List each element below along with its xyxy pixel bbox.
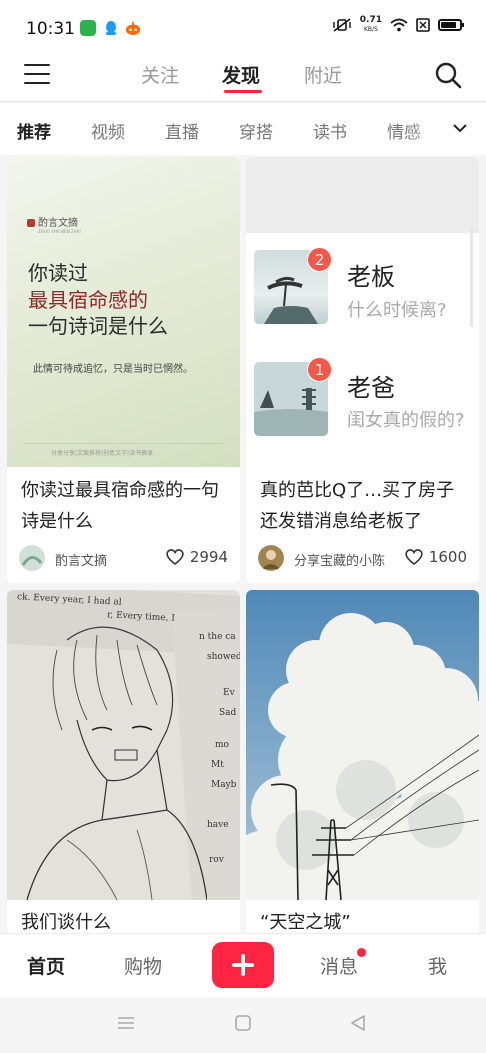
search-icon[interactable] — [434, 61, 462, 89]
mute-vibrate-icon — [333, 18, 351, 32]
paper-text: have — [207, 820, 229, 830]
card-cover-image: 2 老板 什么时候离? 1 老爸 闺女真的假的? — [246, 157, 479, 467]
taobao-icon — [125, 21, 141, 36]
card-title: 真的芭比Q了…买了房子还发错消息给老板了 — [260, 480, 455, 532]
tab-nearby[interactable]: 附近 — [304, 61, 342, 88]
feed-card[interactable]: ck. Every year, I had al r, Every time, … — [7, 590, 240, 935]
paper-text: Mt — [211, 760, 224, 770]
feed-card[interactable]: 酌言文摘 ZHUO YAN WEN ZHAI 你读过 最具宿命感的 一句诗词是什… — [7, 157, 240, 583]
back-triangle-icon[interactable] — [349, 1014, 367, 1032]
sim-card-icon — [416, 18, 430, 32]
category-fade — [406, 103, 486, 155]
cover-divider — [23, 443, 223, 444]
menu-lines-icon[interactable] — [117, 1015, 135, 1031]
like-button[interactable]: 2994 — [165, 548, 228, 566]
category-row: 推荐 视频 直播 穿搭 读书 情感 — [0, 103, 486, 155]
author-name[interactable]: 分享宝藏的小陈 — [294, 550, 385, 569]
tab-discover[interactable]: 发现 — [222, 61, 260, 88]
chevron-down-icon[interactable] — [452, 120, 468, 136]
nav-me[interactable]: 我 — [428, 952, 447, 979]
net-speed-value: 0.71 — [359, 15, 382, 25]
card-cover-image — [246, 590, 479, 900]
heart-icon — [405, 549, 423, 566]
scroll-indicator — [470, 227, 473, 327]
active-tab-indicator — [224, 90, 262, 93]
category-live[interactable]: 直播 — [165, 118, 199, 143]
battery-icon — [438, 19, 464, 31]
card-title: 我们谈什么 — [21, 912, 111, 933]
bottom-nav: 首页 购物 消息 我 — [0, 933, 486, 997]
system-nav-bar — [0, 997, 486, 1053]
cover-quote: 此情可待成追忆，只是当时已惘然。 — [33, 364, 193, 375]
cover-line-1: 你读过 — [28, 261, 88, 285]
cover-footer: 分享分享|文案推荐|创意文字|读书摘录 — [51, 450, 154, 457]
heart-icon — [166, 549, 184, 566]
nav-home[interactable]: 首页 — [27, 952, 65, 979]
card-title: 你读过最具宿命感的一句诗是什么 — [21, 480, 219, 532]
battery-fill — [441, 22, 456, 28]
avatar[interactable] — [19, 545, 45, 571]
like-button[interactable]: 1600 — [404, 548, 467, 566]
tab-following[interactable]: 关注 — [141, 61, 179, 88]
status-time: 10:31 — [26, 19, 75, 39]
like-count: 2994 — [189, 548, 228, 566]
card-meta: 酌言文摘 2994 — [19, 545, 228, 571]
unread-dot — [357, 948, 366, 957]
avatar[interactable] — [258, 545, 284, 571]
wechat-work-icon — [80, 20, 96, 36]
feed-card[interactable]: “天空之城” — [246, 590, 479, 935]
status-indicators: 0.71 KB/S — [332, 16, 464, 34]
paper-text: Mayb — [211, 780, 237, 790]
cover-line-3: 一句诗词是什么 — [28, 314, 168, 338]
card-meta: 分享宝藏的小陈 1600 — [258, 545, 467, 571]
unread-badge: 1 — [307, 357, 332, 382]
chat-message: 闺女真的假的? — [347, 410, 465, 431]
category-video[interactable]: 视频 — [91, 118, 125, 143]
anime-sketch-drawing — [26, 626, 207, 900]
menu-icon[interactable] — [24, 64, 50, 86]
net-speed-unit: KB/S — [363, 26, 378, 33]
home-square-icon[interactable] — [234, 1014, 252, 1032]
category-recommend[interactable]: 推荐 — [17, 118, 51, 143]
paper-text: mo — [215, 740, 229, 750]
card-cover-image: ck. Every year, I had al r, Every time, … — [7, 590, 240, 900]
paper-text: rov — [209, 855, 224, 865]
cloud-sky-photo — [246, 613, 479, 900]
card-cover-image: 酌言文摘 ZHUO YAN WEN ZHAI 你读过 最具宿命感的 一句诗词是什… — [7, 157, 240, 467]
top-nav: 关注 发现 附近 — [0, 52, 486, 102]
net-speed: 0.71 KB/S — [360, 16, 382, 34]
chat-message: 什么时候离? — [347, 300, 447, 321]
paper-text: showed — [207, 652, 240, 662]
category-outfit[interactable]: 穿搭 — [239, 118, 273, 143]
wifi-icon — [390, 18, 408, 32]
feed-card[interactable]: 2 老板 什么时候离? 1 老爸 闺女真的假的? 真的芭比Q了…买了房子还发错消… — [246, 157, 479, 583]
author-name[interactable]: 酌言文摘 — [55, 550, 107, 569]
chat-name: 老板 — [347, 263, 395, 291]
cover-line-2: 最具宿命感的 — [28, 288, 148, 312]
like-count: 1600 — [428, 548, 467, 566]
card-title: “天空之城” — [260, 912, 351, 933]
chat-name: 老爸 — [347, 374, 395, 402]
status-bar: 10:31 0.71 KB/S — [0, 0, 486, 52]
cover-brand-logo: 酌言文摘 ZHUO YAN WEN ZHAI — [27, 214, 81, 234]
unread-badge: 2 — [307, 247, 332, 272]
paper-text: Sad — [219, 708, 237, 718]
nav-shopping[interactable]: 购物 — [124, 952, 162, 979]
category-reading[interactable]: 读书 — [313, 118, 347, 143]
cover-header-band — [246, 157, 479, 233]
nav-messages[interactable]: 消息 — [320, 952, 358, 979]
paper-text: Ev — [223, 688, 235, 698]
publish-button[interactable] — [212, 942, 274, 988]
qq-icon — [106, 21, 116, 35]
